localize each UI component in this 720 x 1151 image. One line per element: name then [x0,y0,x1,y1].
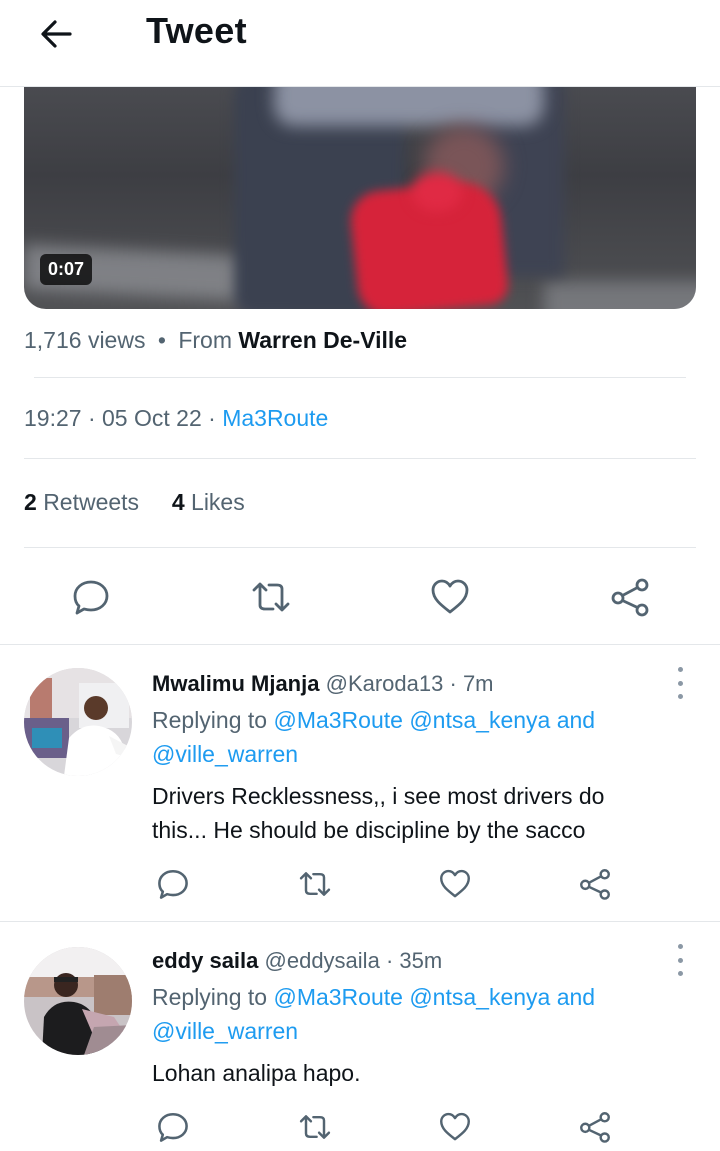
retweets-stat[interactable]: 2 Retweets [24,489,139,515]
tweet-source-link[interactable]: Ma3Route [222,405,328,431]
retweet-icon[interactable] [248,574,294,620]
replying-to-line-2: @ville_warren [152,1018,298,1045]
mention-link[interactable]: @ville_warren [152,1018,298,1044]
reply-icon[interactable] [68,574,114,620]
reply-author-name[interactable]: eddy saila [152,948,258,973]
mention-link[interactable]: @Ma3Route [273,707,402,733]
reply-author-name[interactable]: Mwalimu Mjanja [152,671,319,696]
reply-author-handle[interactable]: @Karoda13 [326,671,444,696]
reply-time: 35m [399,948,443,973]
arrow-left-icon[interactable] [36,14,76,54]
more-vertical-icon[interactable] [670,944,690,976]
mention-link[interactable]: @ntsa_kenya [409,984,550,1010]
top-app-bar: Tweet [0,0,720,87]
divider [24,547,696,548]
retweet-icon[interactable] [296,1108,334,1146]
replying-to-line: Replying to @Ma3Route @ntsa_kenya and [152,984,596,1010]
likes-stat[interactable]: 4 Likes [172,489,245,515]
video-player[interactable] [24,86,696,309]
replying-to-line-2: @ville_warren [152,741,298,768]
video-duration-badge: 0:07 [40,254,93,285]
reply-header: Mwalimu Mjanja @Karoda13 · 7m [152,671,494,696]
reply-icon[interactable] [154,1108,192,1146]
share-icon[interactable] [576,1108,614,1146]
from-prefix: From [178,327,232,353]
share-icon[interactable] [576,865,614,903]
views-count: 1,716 views [24,327,146,353]
mention-link[interactable]: @ntsa_kenya [409,707,550,733]
avatar[interactable] [24,947,132,1055]
reply-text: this... He should be discipline by the s… [152,817,586,843]
divider [34,377,686,378]
reply-header: eddy saila @eddysaila · 35m [152,948,443,973]
reply-text: Drivers Recklessness,, i see most driver… [152,783,605,809]
reply-time: 7m [462,671,494,696]
more-vertical-icon[interactable] [670,667,690,699]
view-count-line: 1,716 views • From Warren De-Ville [24,327,407,354]
page-title: Tweet [146,10,247,51]
mention-link[interactable]: @Ma3Route [273,984,402,1010]
reply-icon[interactable] [154,865,192,903]
heart-icon[interactable] [436,865,474,903]
share-icon[interactable] [607,574,653,620]
divider [24,458,696,459]
reply-text: Lohan analipa hapo. [152,1060,361,1086]
separator-dot: • [157,327,166,353]
avatar[interactable] [24,668,132,776]
from-author-link[interactable]: Warren De-Ville [238,327,407,353]
heart-icon[interactable] [427,574,473,620]
mention-link[interactable]: @ville_warren [152,741,298,767]
tweet-action-bar [0,574,720,620]
tweet-time: 19:27 [24,405,82,431]
reply-tweet[interactable]: Mwalimu Mjanja @Karoda13 · 7m Replying t… [0,645,720,921]
tweet-date: 05 Oct 22 [102,405,202,431]
heart-icon[interactable] [436,1108,474,1146]
engagement-stats: 2 Retweets 4 Likes [24,489,245,516]
replying-to-line: Replying to @Ma3Route @ntsa_kenya and [152,707,596,733]
reply-author-handle[interactable]: @eddysaila [265,948,380,973]
timestamp-line: 19:27 · 05 Oct 22 · Ma3Route [24,405,329,431]
retweet-icon[interactable] [296,865,334,903]
reply-tweet[interactable]: eddy saila @eddysaila · 35m Replying to … [0,922,720,1151]
